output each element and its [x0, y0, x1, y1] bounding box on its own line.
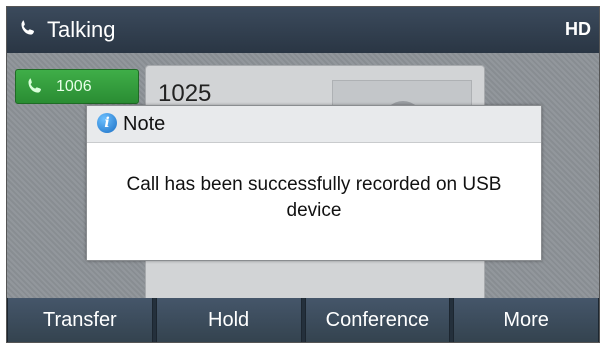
conference-softkey[interactable]: Conference — [304, 298, 451, 342]
softkey-bar: Transfer Hold Conference More — [7, 298, 599, 342]
phone-screen: Talking HD 1006 1025 i Note Call has bee… — [6, 6, 600, 343]
line-key-label: 1006 — [56, 78, 92, 95]
hold-softkey[interactable]: Hold — [155, 298, 302, 342]
dialog-header: i Note — [87, 106, 541, 143]
status-bar: Talking HD — [7, 7, 599, 53]
line-key-1006[interactable]: 1006 — [15, 69, 139, 104]
dialog-message: Call has been successfully recorded on U… — [126, 174, 502, 221]
remote-number: 1025 — [158, 80, 212, 107]
note-dialog: i Note Call has been successfully record… — [86, 105, 542, 261]
phone-handset-icon — [21, 20, 34, 35]
info-icon: i — [97, 113, 117, 133]
call-state-title: Talking — [47, 17, 116, 42]
phone-handset-icon — [28, 78, 41, 93]
hd-audio-badge: HD — [565, 19, 591, 39]
dialog-title: Note — [123, 113, 166, 135]
more-softkey[interactable]: More — [453, 298, 599, 342]
transfer-softkey[interactable]: Transfer — [7, 298, 153, 342]
